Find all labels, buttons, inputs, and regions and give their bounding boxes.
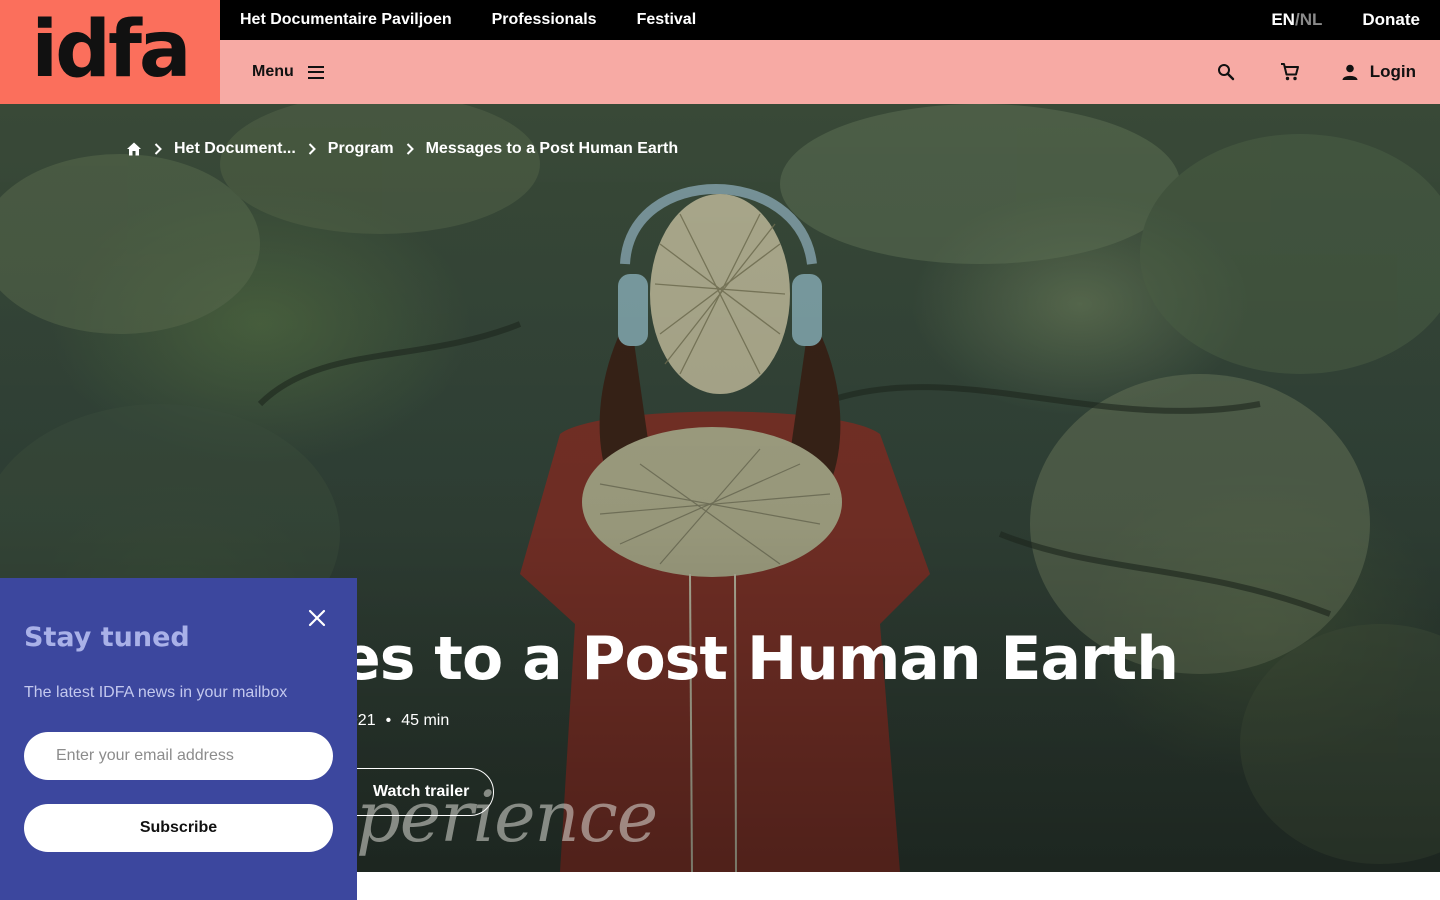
film-duration: 45 min — [401, 712, 450, 729]
language-en[interactable]: EN — [1271, 10, 1295, 29]
top-navigation-bar: Het Documentaire Paviljoen Professionals… — [220, 0, 1440, 40]
user-icon — [1342, 64, 1358, 80]
meta-bullet: • — [385, 712, 392, 729]
newsletter-email-input[interactable] — [24, 732, 333, 780]
film-title: es to a Post Human Earth — [340, 624, 1179, 694]
newsletter-title: Stay tuned — [24, 622, 190, 653]
idfa-logo[interactable]: idfa — [0, 0, 220, 104]
menu-label: Menu — [252, 63, 294, 80]
donate-link[interactable]: Donate — [1362, 10, 1420, 30]
cart-icon — [1280, 63, 1299, 81]
chevron-right-icon — [154, 143, 162, 155]
hamburger-icon — [307, 65, 324, 79]
nav-link-professionals[interactable]: Professionals — [492, 11, 597, 29]
cart-button[interactable] — [1278, 60, 1302, 84]
home-icon[interactable] — [126, 141, 142, 157]
nav-link-festival[interactable]: Festival — [637, 11, 697, 29]
logo-text: idfa — [31, 5, 191, 95]
menu-button[interactable]: Menu — [252, 63, 324, 81]
breadcrumb-program[interactable]: Program — [328, 140, 394, 158]
chevron-right-icon — [406, 143, 414, 155]
newsletter-subtitle: The latest IDFA news in your mailbox — [24, 684, 288, 701]
breadcrumb: Het Document... Program Messages to a Po… — [126, 140, 678, 158]
search-button[interactable] — [1214, 60, 1238, 84]
close-icon[interactable] — [305, 606, 329, 630]
breadcrumb-current-page: Messages to a Post Human Earth — [425, 140, 679, 157]
subscribe-button[interactable]: Subscribe — [24, 804, 333, 852]
nav-link-documentaire-paviljoen[interactable]: Het Documentaire Paviljoen — [240, 11, 452, 29]
watch-trailer-label: Watch trailer — [373, 783, 470, 800]
main-menu-bar: Menu Login — [220, 40, 1440, 104]
login-label: Login — [1369, 62, 1416, 81]
language-nl[interactable]: NL — [1300, 10, 1323, 29]
breadcrumb-documentaire[interactable]: Het Document... — [174, 140, 296, 158]
search-icon — [1217, 64, 1234, 81]
newsletter-popup: Stay tuned The latest IDFA news in your … — [0, 578, 357, 900]
login-button[interactable]: Login — [1342, 62, 1416, 82]
language-switcher: EN/NL — [1271, 10, 1322, 30]
chevron-right-icon — [308, 143, 316, 155]
